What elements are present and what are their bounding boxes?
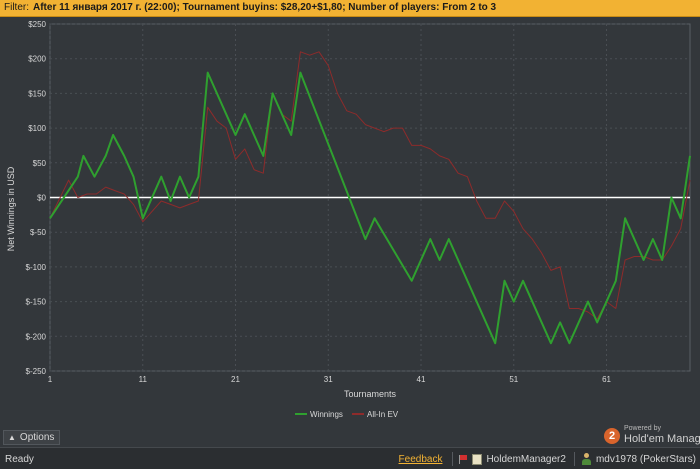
filter-bar: Filter: After 11 января 2017 г. (22:00); …: [0, 0, 700, 17]
y-tick-label: $-50: [30, 228, 47, 237]
options-button[interactable]: ▲ Options: [3, 430, 61, 445]
filter-label: Filter:: [4, 2, 29, 13]
y-tick-label: $-100: [26, 263, 47, 272]
filter-text: After 11 января 2017 г. (22:00); Tournam…: [33, 2, 497, 13]
flag-icon[interactable]: [459, 454, 468, 464]
feedback-link[interactable]: Feedback: [399, 454, 443, 465]
database-label[interactable]: HoldemManager2: [486, 454, 566, 465]
brand-logo-icon: 2: [604, 428, 620, 444]
x-tick-label: 51: [509, 375, 518, 384]
options-label: Options: [19, 432, 55, 443]
player-icon: [581, 453, 592, 465]
legend-label: Winnings: [310, 410, 343, 419]
player-label[interactable]: mdv1978 (PokerStars): [596, 454, 696, 465]
x-tick-label: 21: [231, 375, 240, 384]
x-tick-label: 31: [324, 375, 333, 384]
y-tick-label: $50: [33, 159, 47, 168]
y-tick-label: $200: [28, 55, 46, 64]
status-separator: [452, 452, 454, 466]
status-bar: Ready Feedback HoldemManager2 mdv1978 (P…: [0, 447, 700, 469]
x-tick-label: 11: [139, 375, 148, 384]
x-tick-label: 1: [48, 375, 53, 384]
chart-grid: [49, 23, 691, 372]
y-tick-label: $150: [28, 89, 46, 98]
y-tick-label: $-200: [26, 332, 47, 341]
x-axis-label: Tournaments: [344, 389, 397, 399]
brand-name: Hold'em Manager: [624, 433, 700, 445]
chart-legend: Winnings All-In EV: [295, 410, 399, 419]
database-icon: [472, 453, 483, 465]
holdem-manager-logo: 2 Powered by Hold'em Manager: [604, 425, 700, 449]
x-tick-label: 61: [602, 375, 611, 384]
chart-area: $250 $200 $150 $100 $50 $0 $-50 $-100 $-150 $-200…: [0, 17, 700, 427]
y-tick-label: $-150: [26, 298, 47, 307]
brand-powered-by: Powered by: [624, 425, 661, 432]
x-tick-label: 41: [417, 375, 426, 384]
status-right: Feedback HoldemManager2 mdv1978 (PokerSt…: [399, 452, 696, 466]
status-separator: [573, 452, 575, 466]
winnings-chart: $250 $200 $150 $100 $50 $0 $-50 $-100 $-150 $-200…: [6, 20, 691, 419]
caret-up-icon: ▲: [8, 433, 16, 442]
y-tick-label: $250: [28, 20, 46, 29]
options-bar: ▲Options 2 Powered by Hold'em Manager: [0, 425, 700, 449]
y-tick-label: $100: [28, 124, 46, 133]
status-ready: Ready: [5, 454, 34, 465]
y-tick-label: $0: [37, 194, 46, 203]
y-tick-label: $-250: [26, 367, 47, 376]
y-axis-label: Net Winnings in USD: [6, 166, 16, 251]
legend-label: All-In EV: [367, 410, 399, 419]
